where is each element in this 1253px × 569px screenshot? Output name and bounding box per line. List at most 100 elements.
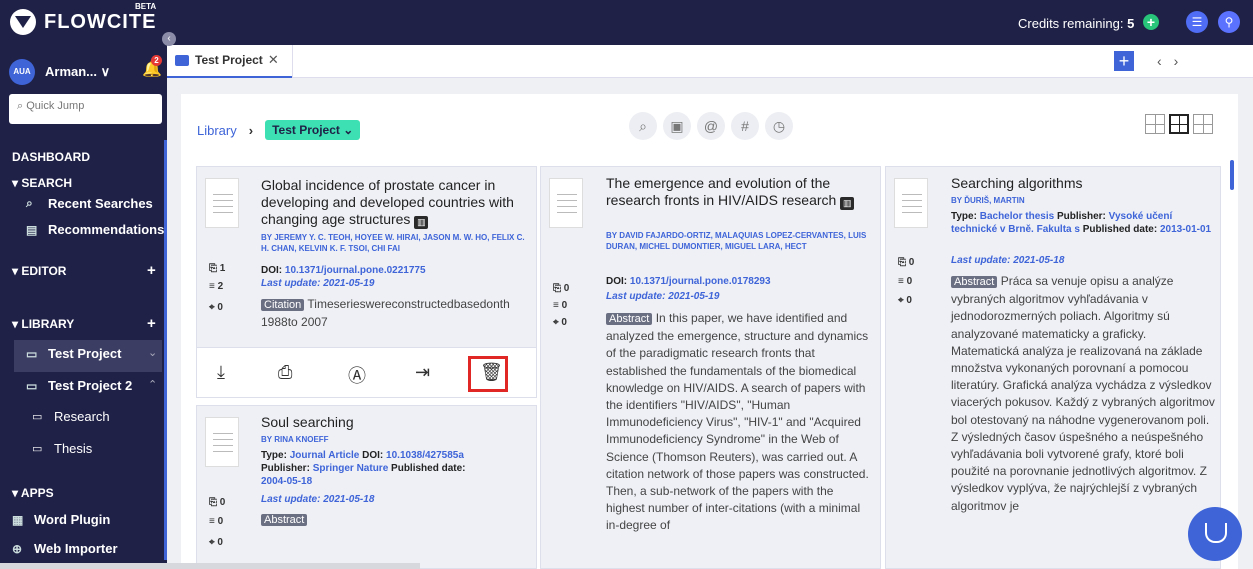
sidebar-item-test-project-2[interactable]: ▭ Test Project 2	[26, 378, 132, 393]
close-icon[interactable]: ✕	[268, 52, 279, 68]
doi-link[interactable]: 10.1038/427585a	[386, 450, 464, 461]
note-icon[interactable]: ▣	[663, 112, 691, 140]
doi-link[interactable]: 10.1371/journal.pone.0221775	[285, 265, 426, 276]
folder-icon: ▭	[32, 411, 43, 423]
credits-label: Credits remaining:	[1018, 16, 1124, 31]
annotate-icon[interactable]: Ⓐ	[348, 362, 366, 388]
document-card[interactable]: Soul searching BY RINA KNOEFF Type: Jour…	[196, 405, 537, 569]
avatar: AUA	[9, 59, 35, 85]
card-stat-files: ⎘ 0	[898, 257, 915, 268]
add-tab-button[interactable]: +	[1114, 51, 1134, 71]
toolbar: ⌕ ▣ @ # ◷	[629, 112, 799, 140]
sidebar-section-library[interactable]: ▾ LIBRARY	[12, 317, 74, 331]
doi-label: DOI:	[606, 276, 628, 287]
search-icon[interactable]: ⌕	[629, 112, 657, 140]
card-title[interactable]: The emergence and evolution of the resea…	[606, 175, 871, 210]
document-card[interactable]: Searching algorithms BY ĎURIŠ, MARTIN Ty…	[885, 166, 1221, 569]
abstract-tag: Abstract	[261, 514, 308, 526]
chat-icon	[1205, 523, 1227, 543]
sidebar-item-label: Test Project 2	[48, 378, 133, 393]
sidebar-item-recent-searches[interactable]: ⌕ Recent Searches	[26, 196, 153, 211]
stat-value: 0	[563, 283, 570, 294]
type-link[interactable]: Bachelor thesis	[980, 211, 1054, 222]
card-title[interactable]: Searching algorithms	[951, 175, 1211, 192]
add-library-icon[interactable]: +	[147, 315, 156, 332]
view-switcher	[1145, 114, 1217, 134]
card-last-update: Last update: 2021-05-19	[261, 278, 375, 289]
card-title[interactable]: Soul searching	[261, 414, 531, 431]
pdf-icon[interactable]: ⎙	[278, 362, 292, 383]
sidebar-section-editor[interactable]: ▾ EDITOR	[12, 264, 66, 278]
publisher-link[interactable]: Springer Nature	[313, 463, 389, 474]
document-card[interactable]: The emergence and evolution of the resea…	[540, 166, 881, 569]
export-icon[interactable]: ⇥	[415, 362, 430, 383]
folder-icon: ▭	[32, 443, 43, 455]
card-authors: BY RINA KNOEFF	[261, 435, 329, 444]
add-editor-icon[interactable]: +	[147, 262, 156, 279]
card-actions: ⤓ ⎙ Ⓐ ⇥ 🗑	[197, 347, 536, 397]
breadcrumb: Library › Test Project ⌄	[197, 120, 361, 140]
card-title-text: Global incidence of prostate cancer in d…	[261, 177, 514, 227]
delete-highlight	[468, 356, 508, 392]
timer-icon[interactable]: ◷	[765, 112, 793, 140]
chevron-up-icon[interactable]: ⌃	[148, 378, 157, 391]
card-metadata: Type: Journal Article DOI: 10.1038/42758…	[261, 449, 481, 488]
sidebar: AUA Arman... ∨ 🔔 2 ⌕ Quick Jump DASHBOAR…	[0, 45, 167, 569]
doi-label: DOI:	[362, 450, 384, 461]
add-credits-icon[interactable]: +	[1143, 14, 1159, 30]
logo-text: FLOWCITE	[44, 10, 157, 33]
sidebar-section-apps[interactable]: ▾ APPS	[12, 486, 54, 500]
sidebar-item-label: Recommendations	[48, 222, 165, 237]
logo[interactable]: FLOWCITE	[10, 9, 156, 35]
sidebar-item-web-importer[interactable]: ⊕ Web Importer	[12, 541, 118, 556]
notification-badge: 2	[151, 55, 162, 66]
hashtag-icon[interactable]: #	[731, 112, 759, 140]
library-icon: ▥	[840, 197, 855, 210]
grid-large-icon[interactable]	[1169, 114, 1189, 134]
list-view-icon[interactable]	[1193, 114, 1213, 134]
project-dropdown[interactable]: Test Project ⌄	[265, 120, 361, 140]
folder-icon	[175, 54, 189, 66]
stat-value: 0	[217, 537, 223, 548]
quick-jump-input[interactable]: ⌕ Quick Jump	[9, 94, 162, 124]
at-icon[interactable]: @	[697, 112, 725, 140]
stat-value: 0	[906, 295, 912, 306]
sidebar-item-label: Test Project	[48, 346, 122, 361]
card-stat-notes: ≡ 0	[898, 276, 913, 287]
sidebar-item-test-project[interactable]: ▭ Test Project	[26, 346, 121, 361]
breadcrumb-library[interactable]: Library	[197, 123, 237, 138]
search-icon: ⌕	[17, 100, 24, 112]
sidebar-item-thesis[interactable]: ▭ Thesis	[32, 441, 92, 456]
publisher-label: Publisher:	[261, 463, 310, 474]
chevron-down-icon[interactable]: ⌄	[148, 346, 157, 359]
sidebar-scrollbar[interactable]	[164, 140, 167, 560]
tab-bar: Test Project ✕ + ‹›	[167, 45, 1253, 78]
sidebar-item-word-plugin[interactable]: ▦ Word Plugin	[12, 512, 110, 527]
doi-link[interactable]: 10.1371/journal.pone.0178293	[630, 276, 771, 287]
sidebar-item-recommendations[interactable]: ▤ Recommendations	[26, 222, 164, 237]
network-icon[interactable]: ⚲	[1218, 11, 1240, 33]
abstract-tag: Abstract	[606, 313, 653, 325]
word-icon: ▦	[12, 512, 24, 527]
tab-test-project[interactable]: Test Project ✕	[175, 52, 279, 68]
chat-support-button[interactable]	[1188, 507, 1242, 561]
sidebar-item-research[interactable]: ▭ Research	[32, 409, 110, 424]
quick-jump-placeholder: Quick Jump	[26, 100, 85, 112]
globe-icon: ⊕	[12, 541, 23, 556]
stat-value: 1	[219, 263, 226, 274]
list-icon[interactable]: ☰	[1186, 11, 1208, 33]
beta-badge: BETA	[135, 2, 157, 11]
user-menu[interactable]: AUA Arman... ∨	[9, 59, 110, 85]
card-title[interactable]: Global incidence of prostate cancer in d…	[261, 177, 531, 229]
download-icon[interactable]: ⤓	[217, 362, 225, 383]
tab-nav-arrows[interactable]: ‹›	[1157, 53, 1190, 69]
collapse-sidebar-icon[interactable]: ‹	[162, 32, 176, 46]
logo-icon	[10, 9, 36, 35]
grid-small-icon[interactable]	[1145, 114, 1165, 134]
sidebar-section-search[interactable]: ▾ SEARCH	[12, 176, 72, 190]
type-link[interactable]: Journal Article	[290, 450, 360, 461]
document-card[interactable]: Global incidence of prostate cancer in d…	[196, 166, 537, 398]
pub-date-value: 2013-01-01	[1159, 224, 1212, 235]
sidebar-dashboard[interactable]: DASHBOARD	[12, 150, 90, 164]
main-scrollbar[interactable]	[1230, 160, 1234, 190]
